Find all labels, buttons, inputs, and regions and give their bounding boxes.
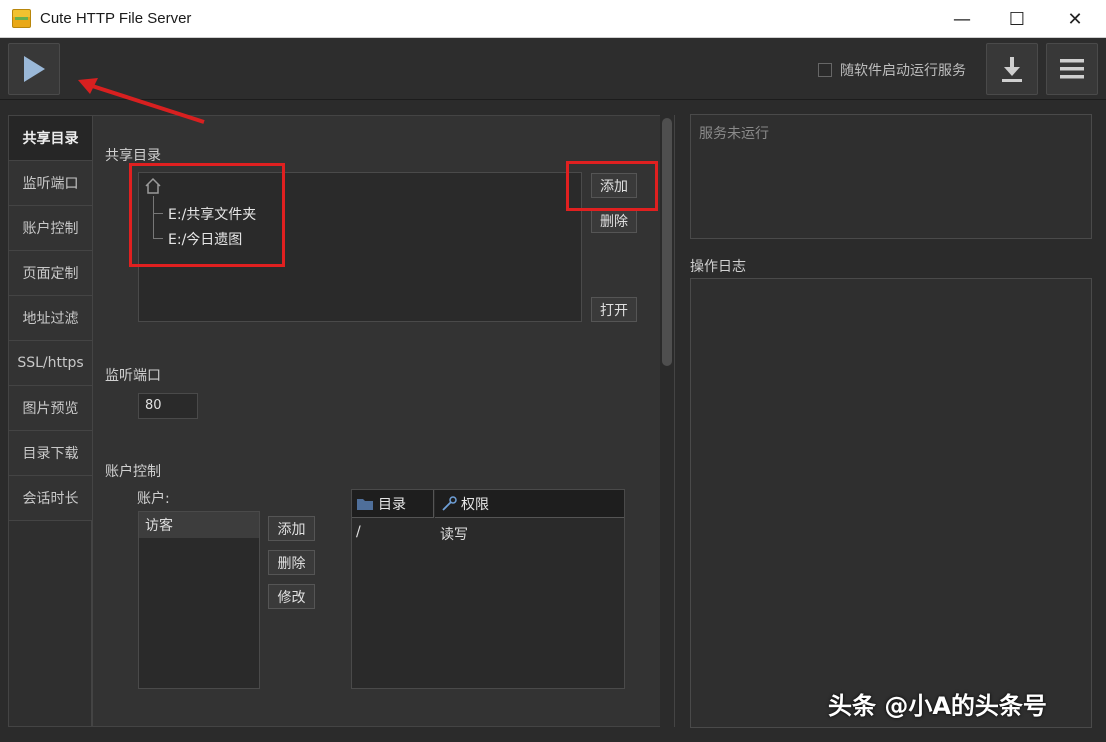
close-button[interactable]: ✕ bbox=[1048, 0, 1102, 38]
tab-session-length[interactable]: 会话时长 bbox=[9, 476, 92, 521]
account-item[interactable]: 访客 bbox=[139, 512, 259, 538]
key-icon bbox=[442, 495, 457, 511]
scrollbar-thumb[interactable] bbox=[662, 118, 672, 366]
download-icon bbox=[1002, 57, 1022, 82]
autorun-label: 随软件启动运行服务 bbox=[840, 63, 966, 79]
column-dir-label: 目录 bbox=[378, 496, 406, 513]
add-account-button[interactable]: 添加 bbox=[268, 516, 315, 541]
log-panel bbox=[690, 278, 1092, 728]
download-button[interactable] bbox=[986, 43, 1038, 95]
edit-account-button[interactable]: 修改 bbox=[268, 584, 315, 609]
settings-tabs: 共享目录 监听端口 账户控制 页面定制 地址过滤 SSL/https 图片预览 … bbox=[8, 115, 92, 727]
title-bar: Cute HTTP File Server — ☐ ✕ bbox=[0, 0, 1106, 38]
start-service-button[interactable] bbox=[8, 43, 60, 95]
maximize-button[interactable]: ☐ bbox=[990, 0, 1044, 38]
minimize-button[interactable]: — bbox=[935, 0, 989, 38]
log-heading: 操作日志 bbox=[690, 259, 746, 275]
tab-address-filter[interactable]: 地址过滤 bbox=[9, 296, 92, 341]
account-heading: 账户控制 bbox=[105, 464, 161, 480]
menu-icon bbox=[1060, 59, 1084, 79]
delete-dir-button[interactable]: 删除 bbox=[591, 208, 637, 233]
delete-account-button[interactable]: 删除 bbox=[268, 550, 315, 575]
shared-dirs-heading: 共享目录 bbox=[105, 148, 161, 164]
autorun-option[interactable]: 随软件启动运行服务 bbox=[818, 60, 966, 80]
highlight-box bbox=[566, 161, 658, 211]
play-icon bbox=[24, 56, 45, 82]
tab-ssl-https[interactable]: SSL/https bbox=[9, 341, 92, 386]
port-input[interactable]: 80 bbox=[138, 393, 198, 419]
tab-account-control[interactable]: 账户控制 bbox=[9, 206, 92, 251]
app-icon bbox=[12, 9, 31, 28]
status-panel: 服务未运行 bbox=[690, 114, 1092, 239]
status-text: 服务未运行 bbox=[699, 126, 769, 142]
annotation-arrow-icon bbox=[78, 78, 205, 124]
accounts-label: 账户: bbox=[137, 491, 170, 507]
tab-listen-port[interactable]: 监听端口 bbox=[9, 161, 92, 206]
open-dir-button[interactable]: 打开 bbox=[591, 297, 637, 322]
tab-dir-download[interactable]: 目录下载 bbox=[9, 431, 92, 476]
tab-image-preview[interactable]: 图片预览 bbox=[9, 386, 92, 431]
listen-port-heading: 监听端口 bbox=[105, 368, 161, 384]
folder-icon bbox=[357, 498, 373, 510]
column-header-dir[interactable]: 目录 bbox=[352, 490, 434, 518]
menu-button[interactable] bbox=[1046, 43, 1098, 95]
autorun-checkbox[interactable] bbox=[818, 63, 832, 77]
watermark: 头条 @小A的头条号 bbox=[828, 692, 1047, 720]
column-perm-label: 权限 bbox=[461, 496, 489, 513]
column-header-perm[interactable]: 权限 bbox=[435, 490, 624, 518]
table-cell-dir[interactable]: / bbox=[356, 524, 361, 540]
highlight-box bbox=[129, 163, 285, 267]
window-title: Cute HTTP File Server bbox=[40, 10, 192, 27]
permission-table[interactable] bbox=[351, 489, 625, 689]
table-cell-perm[interactable]: 读写 bbox=[440, 524, 468, 544]
tab-page-custom[interactable]: 页面定制 bbox=[9, 251, 92, 296]
